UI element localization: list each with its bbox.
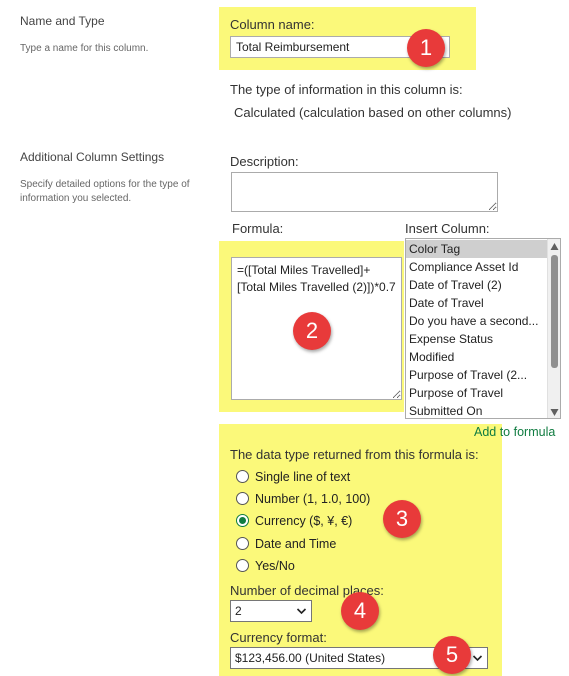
- decimal-places-select[interactable]: 2: [230, 600, 312, 622]
- list-item[interactable]: Compliance Asset Id: [406, 258, 560, 276]
- listbox-scrollbar[interactable]: [547, 239, 560, 418]
- list-item[interactable]: Modified: [406, 348, 560, 366]
- radio-label: Currency ($, ¥, €): [255, 514, 353, 528]
- scrollbar-graphic: [550, 243, 559, 416]
- scroll-down-arrow-icon: [550, 409, 559, 416]
- column-name-label: Column name:: [230, 17, 315, 32]
- list-item[interactable]: Purpose of Travel (2...: [406, 366, 560, 384]
- radio-option-yes-no[interactable]: Yes/No: [236, 557, 295, 575]
- formula-label: Formula:: [232, 221, 284, 236]
- currency-format-label: Currency format:: [230, 630, 327, 645]
- radio-option-date-time[interactable]: Date and Time: [236, 535, 336, 553]
- radio-label: Single line of text: [255, 470, 351, 484]
- additional-settings-description: Specify detailed options for the type of…: [20, 179, 190, 204]
- list-item[interactable]: Submitted On: [406, 402, 560, 418]
- list-item[interactable]: Purpose of Travel: [406, 384, 560, 402]
- annotation-badge-2: 2: [293, 312, 331, 350]
- type-info-label: The type of information in this column i…: [230, 82, 463, 97]
- annotation-badge-4: 4: [341, 592, 379, 630]
- scroll-thumb: [551, 255, 558, 368]
- name-and-type-title: Name and Type: [20, 14, 105, 28]
- scroll-up-arrow-icon: [550, 243, 559, 250]
- currency-format-value: $123,456.00 (United States): [235, 651, 386, 665]
- radio-label: Number (1, 1.0, 100): [255, 492, 371, 506]
- description-textarea[interactable]: [231, 172, 498, 212]
- list-item[interactable]: Date of Travel (2): [406, 276, 560, 294]
- radio-label: Yes/No: [255, 559, 295, 573]
- radio-label: Date and Time: [255, 537, 337, 551]
- return-type-label: The data type returned from this formula…: [230, 447, 479, 462]
- chevron-down-icon: [296, 608, 307, 615]
- additional-settings-title: Additional Column Settings: [20, 150, 165, 164]
- radio-button[interactable]: [236, 492, 249, 505]
- annotation-badge-1: 1: [407, 29, 445, 67]
- type-info-value: Calculated (calculation based on other c…: [234, 105, 512, 120]
- radio-button[interactable]: [236, 470, 249, 483]
- radio-button[interactable]: [236, 537, 249, 550]
- insert-column-listbox[interactable]: Color Tag Compliance Asset Id Date of Tr…: [405, 238, 561, 419]
- radio-button[interactable]: [236, 559, 249, 572]
- radio-option-single-line[interactable]: Single line of text: [236, 468, 350, 486]
- insert-column-label: Insert Column:: [405, 221, 490, 236]
- description-label: Description:: [230, 154, 299, 169]
- chevron-down-icon: [472, 655, 483, 662]
- insert-column-list: Color Tag Compliance Asset Id Date of Tr…: [406, 239, 560, 418]
- list-item[interactable]: Expense Status: [406, 330, 560, 348]
- radio-button-selected[interactable]: [236, 514, 249, 527]
- radio-option-number[interactable]: Number (1, 1.0, 100): [236, 490, 370, 508]
- list-item[interactable]: Date of Travel: [406, 294, 560, 312]
- annotation-badge-5: 5: [433, 636, 471, 674]
- name-and-type-description: Type a name for this column.: [20, 43, 149, 54]
- decimal-places-value: 2: [235, 604, 242, 618]
- list-item[interactable]: Do you have a second...: [406, 312, 560, 330]
- radio-option-currency[interactable]: Currency ($, ¥, €): [236, 512, 352, 530]
- annotation-badge-3: 3: [383, 500, 421, 538]
- list-item[interactable]: Color Tag: [406, 240, 560, 258]
- add-to-formula-link[interactable]: Add to formula: [474, 425, 555, 439]
